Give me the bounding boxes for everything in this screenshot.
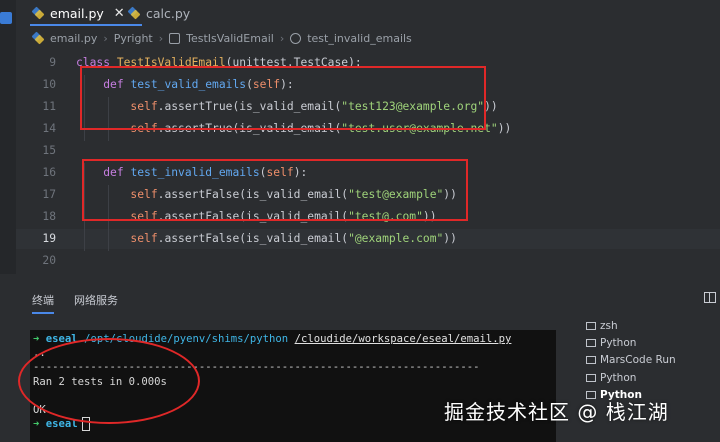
terminal-list-label: MarsCode Run [600,354,676,366]
annotation-ellipse [18,338,200,424]
python-file-icon [32,7,44,19]
terminal-list-label: zsh [600,320,618,332]
terminal-list-item[interactable]: zsh [586,317,618,335]
annotation-box-invalid [82,159,468,221]
terminal-list-item[interactable]: MarsCode Run [586,351,676,369]
tab-email-py[interactable]: email.py ✕ [30,0,142,26]
panel-tab-bar: 终端 网络服务 [16,274,720,320]
terminal-icon [586,339,596,347]
code-token: .assertFalse(is_valid_email( [157,232,349,245]
annotation-box-valid [80,66,486,130]
terminal-icon [586,356,596,364]
chevron-right-icon: › [279,31,285,45]
breadcrumb-item[interactable]: Pyright [114,32,153,45]
breadcrumb-item[interactable]: TestIsValidEmail [186,32,274,45]
chevron-right-icon: › [103,31,108,45]
python-file-icon [32,32,44,44]
terminal-icon [586,374,596,382]
line-number: 11 [42,100,56,113]
terminal-icon [586,322,596,330]
line-number: 17 [42,188,56,201]
watermark: 掘金技术社区 @ 栈江湖 [444,400,669,424]
tab-terminal[interactable]: 终端 [32,292,54,314]
breadcrumb: email.py › Pyright › TestIsValidEmail › … [32,29,412,47]
split-panel-icon[interactable] [704,292,716,303]
line-number: 19 [42,232,56,245]
line-number: 16 [42,166,56,179]
code-token: )) [497,122,512,135]
code-text: self.assertFalse(is_valid_email("@exampl… [76,229,457,249]
tab-network-services[interactable]: 网络服务 [74,292,118,308]
code-line[interactable]: 15 [16,141,720,161]
code-line[interactable]: 20 [16,251,720,271]
code-token: )) [443,232,457,245]
code-line[interactable]: 19 self.assertFalse(is_valid_email("@exa… [16,229,720,249]
terminal-list-label: Python [600,372,637,384]
code-token: )) [484,100,498,113]
activity-bar [0,0,16,274]
tab-calc-py[interactable]: calc.py [128,0,190,26]
breadcrumb-item[interactable]: email.py [50,32,97,45]
line-number: 15 [42,144,56,157]
class-icon [169,32,181,44]
method-icon [290,32,302,44]
tab-label: calc.py [146,5,191,21]
breadcrumb-item[interactable]: test_invalid_emails [307,32,412,45]
tab-label: email.py [50,5,104,21]
terminal-list-item[interactable]: Python [586,334,636,352]
terminal-list-item[interactable]: Python [586,369,636,387]
editor-tab-bar: email.py ✕ calc.py [16,0,720,26]
line-number: 9 [49,56,56,69]
line-number: 10 [42,78,56,91]
prompt-arrow: ➜ [33,333,40,345]
prompt-arrow: ➜ [33,418,40,430]
close-icon[interactable]: ✕ [114,6,125,21]
script-path: /cloudide/workspace/eseal/email.py [294,333,512,345]
line-number: 14 [42,122,56,135]
line-number: 18 [42,210,56,223]
python-file-icon [128,7,140,19]
line-number: 20 [42,254,56,267]
code-token: "@example.com" [348,232,444,245]
chevron-right-icon: › [158,31,164,45]
explorer-icon[interactable] [0,12,12,24]
code-token: self [130,232,158,245]
terminal-list-label: Python [600,337,637,349]
